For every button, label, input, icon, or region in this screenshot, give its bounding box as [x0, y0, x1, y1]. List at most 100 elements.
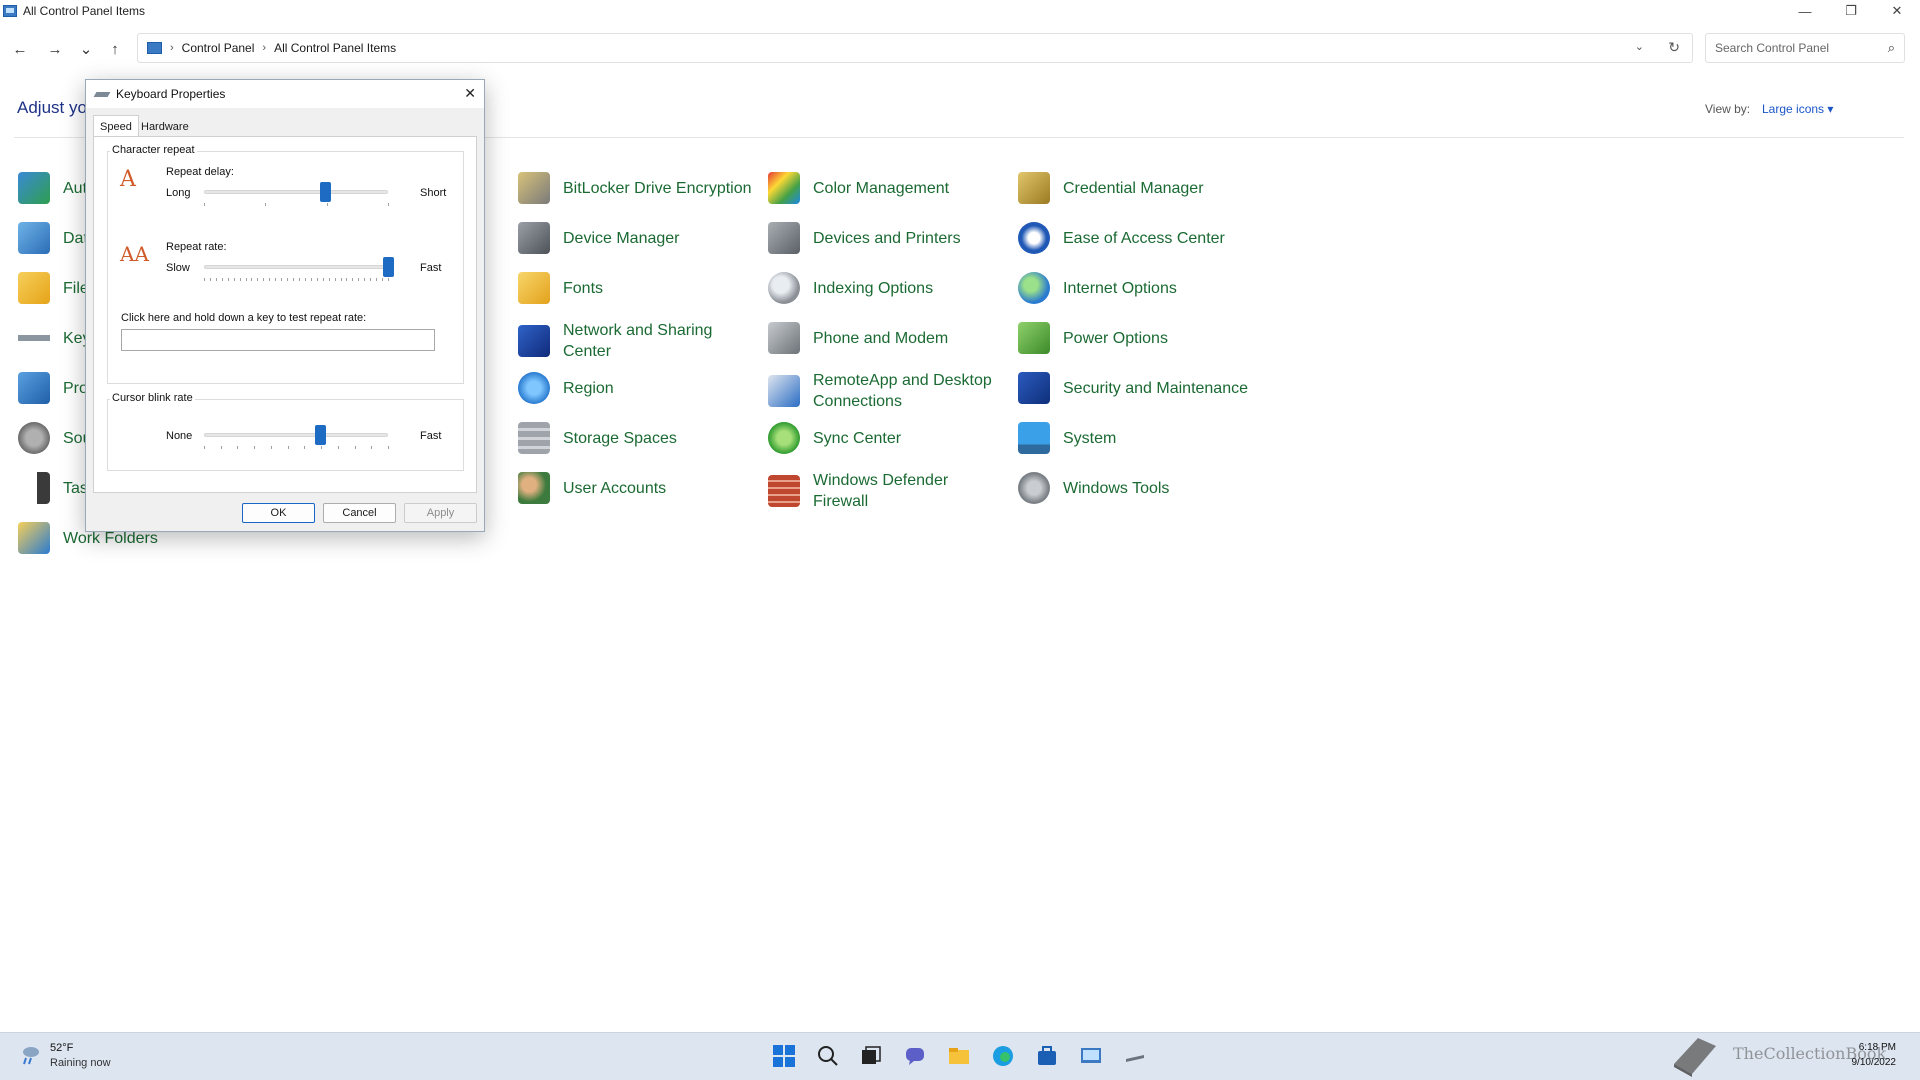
restore-button[interactable]: ❐	[1828, 0, 1874, 22]
cp-item-region[interactable]: Region	[518, 368, 614, 408]
cp-item-date-time[interactable]: Dat	[18, 218, 88, 258]
tick-mark	[322, 278, 324, 281]
bitlocker-icon	[518, 172, 550, 204]
tick-mark	[254, 446, 256, 449]
control-panel-taskbar-icon[interactable]	[1078, 1043, 1104, 1069]
tick-mark	[334, 278, 336, 281]
repeat-rate-slider[interactable]	[383, 257, 394, 277]
cp-item-credential-manager[interactable]: Credential Manager	[1018, 168, 1204, 208]
cp-item-firewall[interactable]: Windows Defender Firewall	[768, 468, 978, 514]
tick-mark	[371, 446, 373, 449]
cp-item-sync-center[interactable]: Sync Center	[768, 418, 901, 458]
tick-mark	[209, 278, 211, 281]
cp-item-system[interactable]: System	[1018, 418, 1116, 458]
file-explorer-options-icon	[18, 272, 50, 304]
tab-hardware[interactable]: Hardware	[135, 117, 195, 137]
breadcrumb-control-panel[interactable]: Control Panel	[182, 41, 255, 55]
cp-item-ease-of-access[interactable]: Ease of Access Center	[1018, 218, 1225, 258]
edge-icon[interactable]	[990, 1043, 1016, 1069]
weather-description[interactable]: Raining now	[50, 1057, 111, 1069]
chat-icon[interactable]	[902, 1043, 928, 1069]
file-explorer-icon[interactable]	[946, 1043, 972, 1069]
cp-item-storage-spaces[interactable]: Storage Spaces	[518, 418, 677, 458]
cp-item-programs[interactable]: Pro	[18, 368, 88, 408]
repeat-rate-track[interactable]	[204, 265, 388, 269]
cp-item-internet-options[interactable]: Internet Options	[1018, 268, 1177, 308]
cp-item-windows-tools[interactable]: Windows Tools	[1018, 468, 1169, 508]
address-bar[interactable]: › Control Panel › All Control Panel Item…	[137, 33, 1693, 63]
cp-item-taskbar[interactable]: Tasl	[18, 468, 91, 508]
cp-item-label: Indexing Options	[813, 279, 934, 297]
breadcrumb-all-items[interactable]: All Control Panel Items	[274, 41, 396, 55]
cp-item-network[interactable]: Network and Sharing Center	[518, 318, 728, 364]
tick-mark	[304, 278, 306, 281]
cp-item-keyboard[interactable]: Key	[18, 318, 91, 358]
clock-time[interactable]: 6:18 PM	[1836, 1042, 1896, 1053]
cursor-blink-slider[interactable]	[314, 425, 326, 445]
ok-button[interactable]: OK	[242, 503, 315, 523]
repeat-rate-label: Repeat rate:	[166, 241, 227, 253]
keyboard-taskbar-icon[interactable]	[1122, 1043, 1148, 1069]
control-panel-icon	[147, 42, 162, 54]
view-by-dropdown[interactable]: Large icons ▾	[1762, 102, 1833, 116]
cancel-button[interactable]: Cancel	[323, 503, 396, 523]
cp-item-autoplay[interactable]: Aut	[18, 168, 87, 208]
recent-locations-button[interactable]: ⌄	[74, 38, 98, 60]
user-accounts-icon	[518, 472, 550, 504]
cp-item-devices-printers[interactable]: Devices and Printers	[768, 218, 961, 258]
chevron-down-icon[interactable]: ⌄	[1635, 40, 1644, 53]
chevron-right-icon[interactable]: ›	[262, 42, 266, 54]
cp-item-security-maintenance[interactable]: Security and Maintenance	[1018, 368, 1248, 408]
cp-item-indexing[interactable]: Indexing Options	[768, 268, 933, 308]
search-input[interactable]: Search Control Panel ⌕	[1705, 33, 1905, 63]
task-view-icon[interactable]	[858, 1043, 884, 1069]
cp-item-color-management[interactable]: Color Management	[768, 168, 949, 208]
forward-button[interactable]: →	[43, 38, 67, 60]
cp-item-file-explorer[interactable]: File	[18, 268, 89, 308]
cp-item-user-accounts[interactable]: User Accounts	[518, 468, 666, 508]
tick-mark	[364, 278, 366, 281]
close-button[interactable]: ✕	[1874, 0, 1920, 22]
search-icon[interactable]	[815, 1043, 841, 1069]
tick-marks	[204, 278, 389, 284]
tick-mark	[388, 446, 389, 449]
refresh-icon[interactable]: ↻	[1668, 39, 1680, 56]
cp-item-label: Credential Manager	[1063, 179, 1204, 197]
fonts-icon	[518, 272, 550, 304]
cp-item-label: Color Management	[813, 179, 950, 197]
cp-item-remoteapp[interactable]: RemoteApp and Desktop Connections	[768, 368, 998, 414]
repeat-delay-slider[interactable]	[320, 182, 332, 202]
cp-item-bitlocker[interactable]: BitLocker Drive Encryption	[518, 168, 752, 208]
start-icon[interactable]	[771, 1043, 797, 1069]
rain-cloud-icon[interactable]	[18, 1043, 42, 1067]
back-button[interactable]: ←	[8, 38, 32, 60]
tick-mark	[326, 203, 328, 206]
cp-item-fonts[interactable]: Fonts	[518, 268, 603, 308]
dialog-close-button[interactable]: ✕	[464, 85, 476, 102]
internet-options-icon	[1018, 272, 1050, 304]
up-button[interactable]: ↑	[103, 38, 127, 60]
firewall-icon	[768, 475, 800, 507]
cp-item-device-manager[interactable]: Device Manager	[518, 218, 680, 258]
tick-mark	[304, 446, 306, 449]
apply-button[interactable]: Apply	[404, 503, 477, 523]
view-by-label: View by:	[1705, 102, 1751, 116]
test-repeat-input[interactable]	[121, 329, 435, 351]
rate-max-label: Fast	[420, 262, 442, 274]
store-icon[interactable]	[1034, 1043, 1060, 1069]
cp-item-sound[interactable]: Sou	[18, 418, 91, 458]
ease-of-access-icon	[1018, 222, 1050, 254]
cp-item-label: Internet Options	[1063, 279, 1177, 297]
minimize-button[interactable]: —	[1782, 0, 1828, 22]
tab-speed[interactable]: Speed	[93, 115, 139, 137]
chevron-right-icon[interactable]: ›	[170, 42, 174, 54]
weather-temperature[interactable]: 52°F	[50, 1042, 73, 1054]
cp-item-power-options[interactable]: Power Options	[1018, 318, 1168, 358]
cursor-blink-track[interactable]	[204, 433, 388, 437]
tick-mark	[237, 446, 239, 449]
search-icon[interactable]: ⌕	[1888, 40, 1895, 56]
group-title: Cursor blink rate	[110, 392, 195, 404]
repeat-delay-track[interactable]	[204, 190, 388, 194]
clock-date[interactable]: 9/10/2022	[1816, 1057, 1897, 1068]
cp-item-phone-modem[interactable]: Phone and Modem	[768, 318, 948, 358]
